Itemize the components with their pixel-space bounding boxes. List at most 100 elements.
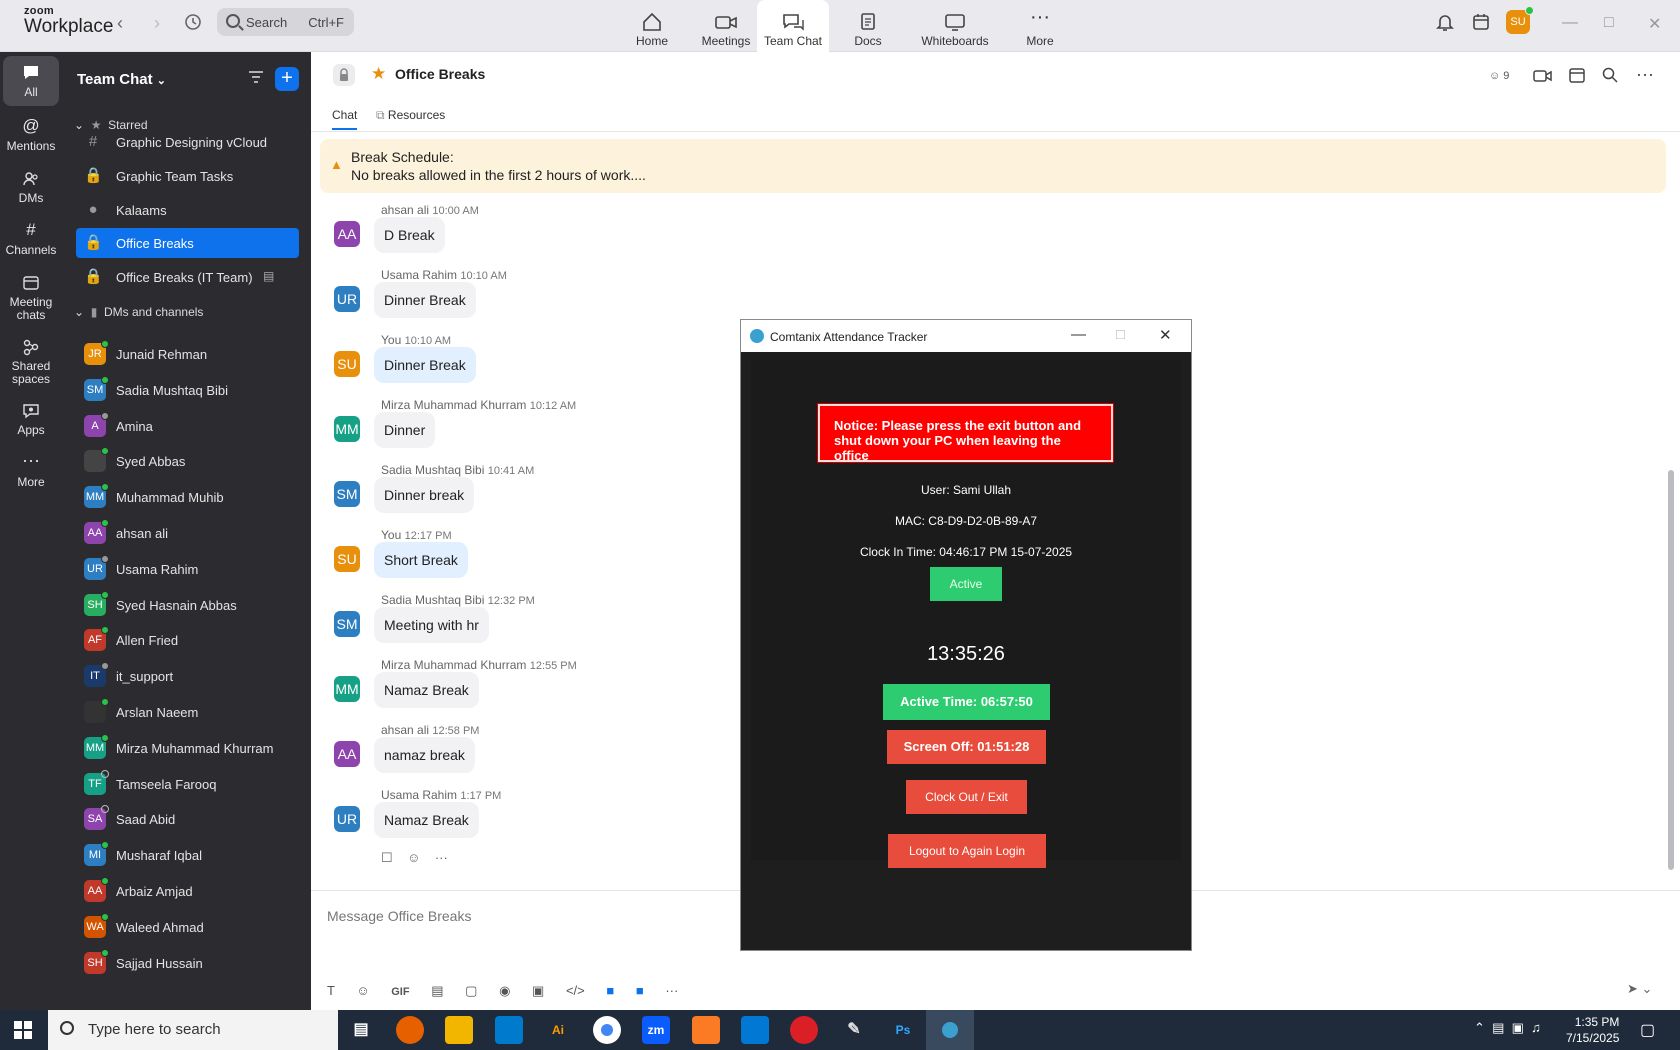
video-camera-icon[interactable] [1533, 68, 1553, 84]
dm-item[interactable]: AA Arbaiz Amjad [76, 876, 299, 906]
rail-mentions[interactable]: @ Mentions [3, 110, 59, 158]
sender-name[interactable]: Usama Rahim [381, 268, 457, 282]
more-options-icon[interactable]: ··· [1636, 64, 1654, 85]
avatar[interactable]: SM [334, 481, 360, 507]
sidebar-item-graphic-designing-vcloud[interactable]: # Graphic Designing vCloud [76, 127, 299, 157]
minimize-window-icon[interactable]: — [1071, 326, 1086, 343]
rail-shared-spaces[interactable]: Shared spaces [3, 330, 59, 388]
send-button[interactable]: ➤ ⌄ [1627, 981, 1667, 1001]
sender-name[interactable]: ahsan ali [381, 203, 429, 217]
sender-name[interactable]: You [381, 333, 401, 347]
tab-resources[interactable]: ⧉ Resources [376, 108, 445, 123]
avatar[interactable]: UR [334, 286, 360, 312]
star-icon[interactable]: ★ [371, 64, 386, 84]
taskbar-clock[interactable]: 1:35 PM 7/15/2025 [1566, 1014, 1619, 1046]
sender-name[interactable]: Mirza Muhammad Khurram [381, 658, 526, 672]
vscode-icon[interactable] [495, 1016, 523, 1044]
video-clip-icon[interactable]: ▣ [532, 983, 544, 998]
dm-item[interactable]: AF Allen Fried [76, 625, 299, 655]
attendance-tracker-taskbar-icon[interactable] [926, 1010, 974, 1050]
maximize-window-icon[interactable]: □ [1116, 326, 1125, 343]
message-bubble[interactable]: Dinner Break [374, 282, 476, 318]
taskbar-search-input[interactable]: Type here to search [48, 1010, 338, 1050]
search-icon[interactable] [1601, 66, 1619, 84]
more-options-icon[interactable]: ··· [435, 850, 448, 865]
chat-app-icon[interactable]: ■ [636, 983, 644, 998]
rail-dms[interactable]: DMs [3, 162, 59, 210]
gif-button[interactable]: GIF [391, 986, 409, 998]
sidebar-item-office-breaks-it-team[interactable]: 🔒 Office Breaks (IT Team) ▤ [76, 262, 299, 292]
sender-name[interactable]: Sadia Mushtaq Bibi [381, 463, 484, 477]
message-bubble[interactable]: Namaz Break [374, 672, 479, 708]
sender-name[interactable]: Mirza Muhammad Khurram [381, 398, 526, 412]
logout-relogin-button[interactable]: Logout to Again Login [888, 834, 1046, 868]
message-bubble[interactable]: Short Break [374, 542, 468, 578]
file-explorer-icon[interactable] [445, 1016, 473, 1044]
tracker-title-bar[interactable]: Comtanix Attendance Tracker — □ ✕ [741, 320, 1191, 352]
avatar[interactable]: SM [334, 611, 360, 637]
dm-item[interactable]: MM Muhammad Muhib [76, 482, 299, 512]
dm-item[interactable]: A Amina [76, 411, 299, 441]
tray-icons[interactable]: ⌃ ▤ ▣ ♫ [1474, 1020, 1541, 1036]
maximize-window-icon[interactable]: □ [1604, 14, 1614, 32]
rail-all[interactable]: All [3, 56, 59, 106]
member-count[interactable]: ☺ 9 [1489, 70, 1509, 82]
nav-tab-meetings[interactable]: Meetings [688, 0, 764, 52]
message-bubble[interactable]: D Break [374, 217, 445, 253]
app-shortcut-icon[interactable]: ■ [606, 983, 614, 998]
channel-title[interactable]: Office Breaks [395, 66, 485, 82]
dm-item[interactable]: TF Tamseela Farooq [76, 769, 299, 799]
history-icon[interactable] [182, 12, 204, 34]
dm-item[interactable]: MM Mirza Muhammad Khurram [76, 733, 299, 763]
rail-meeting-chats[interactable]: Meeting chats [3, 266, 59, 324]
dm-item[interactable]: MI Musharaf Iqbal [76, 840, 299, 870]
pinned-message[interactable]: ▲ Break Schedule: No breaks allowed in t… [320, 139, 1666, 193]
sidebar-title[interactable]: Team Chat ⌄ [77, 71, 166, 88]
microphone-icon[interactable]: ◉ [499, 983, 510, 998]
photoshop-icon[interactable]: Ps [889, 1016, 917, 1044]
message-bubble[interactable]: Dinner break [374, 477, 475, 513]
nav-tab-home[interactable]: Home [620, 0, 684, 52]
xampp-icon[interactable] [692, 1016, 720, 1044]
nav-tab-team-chat[interactable]: Team Chat [757, 0, 829, 52]
file-icon[interactable]: ▤ [431, 983, 443, 998]
dm-item[interactable]: AA ahsan ali [76, 518, 299, 548]
screenshot-icon[interactable]: ▢ [465, 983, 477, 998]
dm-item[interactable]: SM Sadia Mushtaq Bibi [76, 375, 299, 405]
dm-item[interactable]: JR Junaid Rehman [76, 339, 299, 369]
text-format-icon[interactable]: T [327, 983, 335, 998]
avatar[interactable]: UR [334, 806, 360, 832]
calendar-icon[interactable] [1568, 66, 1586, 84]
chrome-icon[interactable] [593, 1016, 621, 1044]
dm-item[interactable]: SA Saad Abid [76, 804, 299, 834]
chat-message[interactable]: UR Usama Rahim 10:10 AM Dinner Break [334, 268, 834, 326]
tab-chat[interactable]: Chat [332, 108, 358, 130]
back-arrow-icon[interactable]: ‹ [109, 12, 131, 34]
outlook-icon[interactable] [741, 1016, 769, 1044]
avatar[interactable]: MM [334, 676, 360, 702]
chat-scrollbar[interactable] [1668, 470, 1674, 870]
message-input[interactable]: Message Office Breaks [327, 908, 471, 924]
emoji-reaction-icon[interactable]: ☺ [407, 850, 420, 865]
dms-section-header[interactable]: ⌄ ▮ DMs and channels [74, 305, 203, 319]
rail-channels[interactable]: # Channels [3, 214, 59, 262]
filter-icon[interactable] [248, 70, 264, 84]
forward-arrow-icon[interactable]: › [146, 12, 168, 34]
windows-start-icon[interactable] [14, 1021, 32, 1039]
code-snippet-icon[interactable]: </> [566, 983, 585, 998]
avatar[interactable]: SU [334, 351, 360, 377]
avatar[interactable]: AA [334, 221, 360, 247]
dm-item[interactable]: SH Syed Hasnain Abbas [76, 590, 299, 620]
rail-more[interactable]: ··· More [3, 446, 59, 494]
user-avatar[interactable]: SU [1506, 6, 1534, 34]
clock-out-exit-button[interactable]: Clock Out / Exit [906, 780, 1027, 814]
dm-item[interactable]: Arslan Naeem [76, 697, 299, 727]
chat-message[interactable]: AA ahsan ali 10:00 AM D Break [334, 203, 834, 261]
close-window-icon[interactable]: ✕ [1648, 14, 1661, 34]
rail-apps[interactable]: Apps [3, 394, 59, 442]
bell-icon[interactable] [1434, 11, 1456, 33]
pen-tool-icon[interactable]: ✎ [840, 1016, 868, 1044]
sender-name[interactable]: Usama Rahim [381, 788, 457, 802]
nav-tab-docs[interactable]: Docs [836, 0, 900, 52]
dm-item[interactable]: SH Sajjad Hussain [76, 948, 299, 978]
